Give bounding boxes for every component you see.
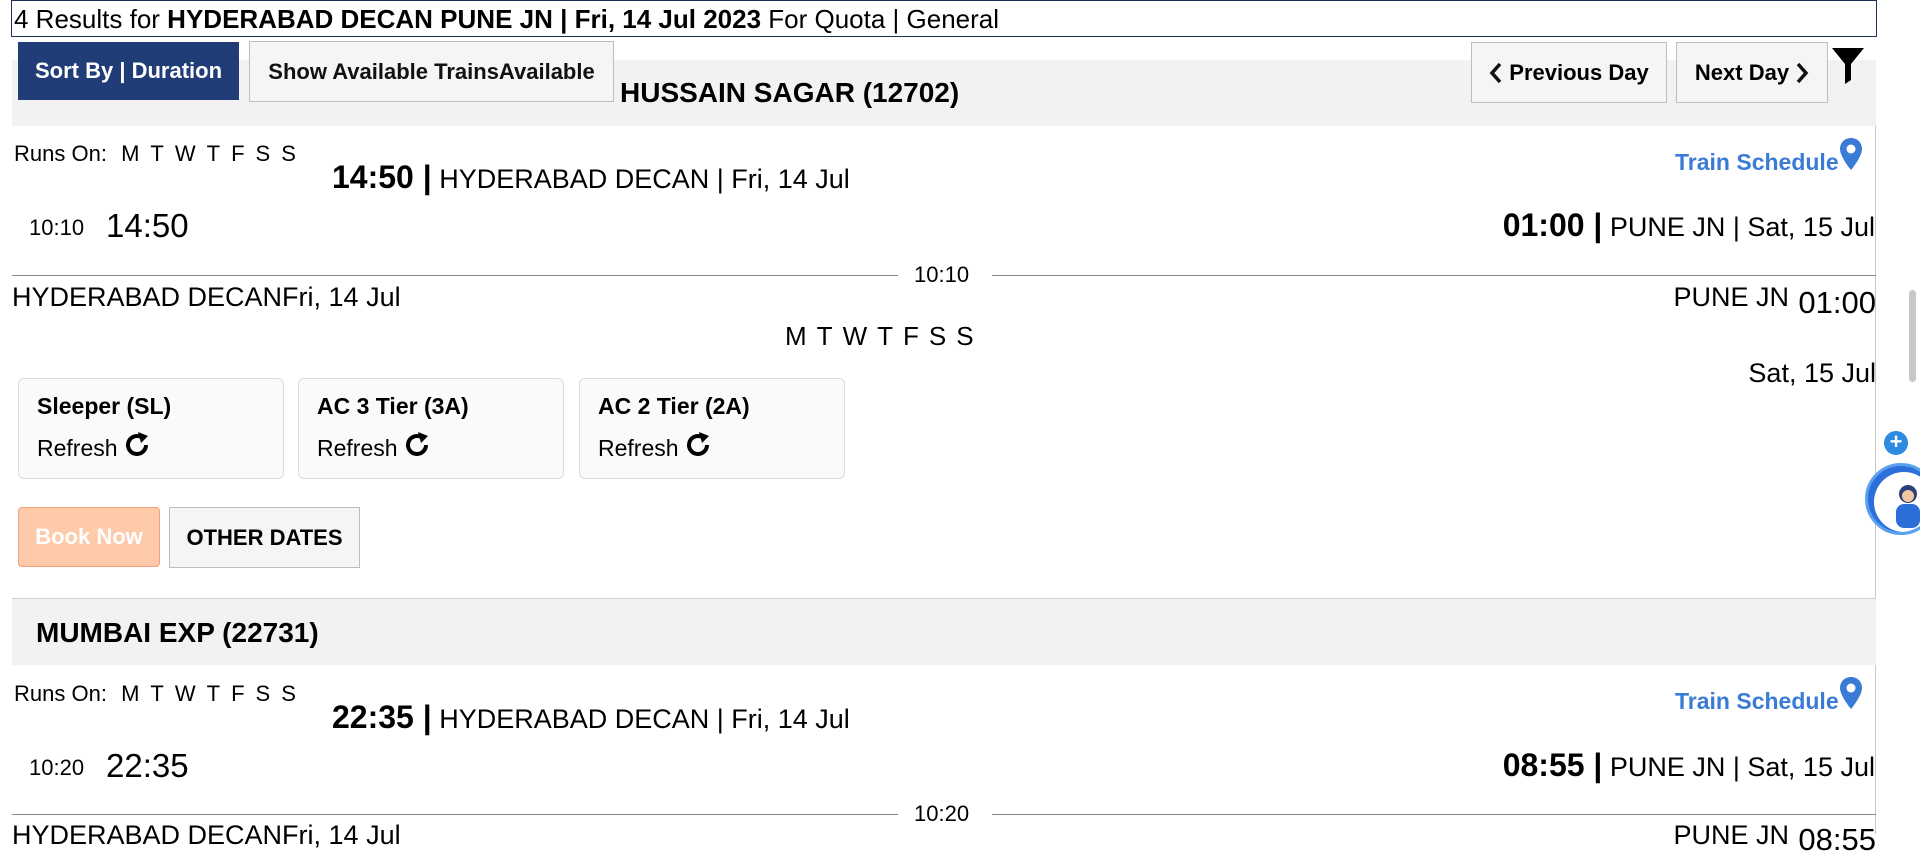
- train-name: MUMBAI EXP (22731): [36, 617, 319, 648]
- departure-station-date: HYDERABAD DECAN | Fri, 14 Jul: [431, 704, 850, 734]
- runs-on: Runs On: MTWTFSS: [14, 141, 307, 167]
- class-name: Sleeper (SL): [37, 393, 172, 419]
- timeline-duration: 10:10: [902, 262, 982, 288]
- arrival-date: Sat, 15 Jul: [1748, 358, 1876, 388]
- plus-circle-icon[interactable]: +: [1884, 431, 1908, 455]
- results-count: 4 Results for: [14, 4, 168, 34]
- run-day: S: [281, 681, 296, 706]
- book-now-label: Book Now: [35, 524, 143, 549]
- departure-info: 22:35 | HYDERABAD DECAN | Fri, 14 Jul: [332, 699, 850, 736]
- run-days-row: MTWTFSS: [785, 321, 984, 352]
- from-station: HYDERABAD DECANFri, 14 Jul: [12, 282, 401, 312]
- run-day: T: [206, 141, 221, 166]
- book-now-button[interactable]: Book Now: [18, 507, 160, 567]
- class-option-2a[interactable]: AC 2 Tier (2A) Refresh: [579, 378, 845, 479]
- refresh-icon: [679, 432, 711, 464]
- train-schedule-link[interactable]: Train Schedule: [1675, 137, 1863, 177]
- run-day: M: [121, 681, 140, 706]
- arrival-time: 08:55 |: [1502, 747, 1603, 783]
- run-day: F: [231, 681, 245, 706]
- map-pin-icon: [1839, 676, 1863, 716]
- timeline-divider: [992, 814, 1876, 815]
- other-dates-label: OTHER DATES: [186, 524, 343, 550]
- timeline-divider: [12, 814, 898, 815]
- departure-time: 22:35 |: [332, 699, 432, 735]
- arrival-time-large: 01:00: [1798, 285, 1876, 320]
- run-day: F: [231, 141, 245, 166]
- train-schedule-label: Train Schedule: [1675, 149, 1839, 175]
- arrival-info: 08:55 | PUNE JN | Sat, 15 Jul: [1503, 747, 1875, 784]
- refresh-availability[interactable]: Refresh: [37, 432, 283, 464]
- arrival-station-date: PUNE JN | Sat, 15 Jul: [1602, 212, 1875, 242]
- next-day-label: Next Day: [1694, 59, 1790, 85]
- to-station: PUNE JN: [1673, 282, 1789, 312]
- run-day: W: [174, 681, 196, 706]
- results-summary: 4 Results for HYDERABAD DECAN PUNE JN | …: [11, 0, 1877, 37]
- class-option-sleeper[interactable]: Sleeper (SL) Refresh: [18, 378, 284, 479]
- previous-day-label: Previous Day: [1509, 59, 1649, 85]
- other-dates-button[interactable]: OTHER DATES: [169, 507, 360, 568]
- departure-time-large: 14:50: [106, 207, 189, 244]
- arrival-info: 01:00 | PUNE JN | Sat, 15 Jul: [1503, 207, 1875, 244]
- map-pin-icon: [1839, 137, 1863, 177]
- run-day: S: [255, 141, 271, 166]
- departure-info: 14:50 | HYDERABAD DECAN | Fri, 14 Jul: [332, 159, 850, 196]
- train-schedule-label: Train Schedule: [1675, 688, 1839, 714]
- departure-time: 14:50 |: [332, 159, 432, 195]
- refresh-availability[interactable]: Refresh: [598, 432, 844, 464]
- run-day: W: [842, 321, 868, 351]
- previous-day-button[interactable]: Previous Day: [1471, 42, 1667, 103]
- show-available-label: Show Available TrainsAvailable: [268, 58, 595, 84]
- class-option-3a[interactable]: AC 3 Tier (3A) Refresh: [298, 378, 564, 479]
- timeline-divider: [12, 275, 898, 276]
- run-day: S: [956, 321, 974, 351]
- run-day: T: [206, 681, 221, 706]
- refresh-label: Refresh: [37, 434, 118, 461]
- journey-duration: 10:20: [29, 755, 85, 780]
- train-name: HUSSAIN SAGAR (12702): [620, 77, 960, 108]
- chevron-right-icon: [1795, 62, 1809, 84]
- arrival-station-date: PUNE JN | Sat, 15 Jul: [1602, 752, 1875, 782]
- runs-on: Runs On: MTWTFSS: [14, 681, 307, 707]
- filter-icon[interactable]: [1832, 46, 1864, 84]
- run-day: S: [281, 141, 296, 166]
- class-name: AC 2 Tier (2A): [598, 393, 750, 419]
- refresh-availability[interactable]: Refresh: [317, 432, 563, 464]
- journey-duration: 10:10: [29, 215, 85, 240]
- sort-by-duration-button[interactable]: Sort By | Duration: [18, 42, 239, 100]
- class-name: AC 3 Tier (3A): [317, 393, 469, 419]
- chevron-left-icon: [1489, 62, 1503, 84]
- runs-on-label: Runs On:: [14, 681, 107, 706]
- run-day: T: [150, 141, 164, 166]
- departure-station-date: HYDERABAD DECAN | Fri, 14 Jul: [431, 164, 850, 194]
- departure-time-large: 22:35: [106, 747, 189, 784]
- results-quota: For Quota | General: [761, 4, 1000, 34]
- run-day: M: [121, 141, 140, 166]
- from-station: HYDERABAD DECANFri, 14 Jul: [12, 820, 401, 850]
- run-day: M: [785, 321, 807, 351]
- refresh-icon: [118, 432, 150, 464]
- next-day-button[interactable]: Next Day: [1676, 42, 1828, 103]
- run-day: T: [877, 321, 893, 351]
- arrival-time-large: 08:55: [1798, 822, 1876, 857]
- refresh-icon: [398, 432, 430, 464]
- run-day: S: [928, 321, 947, 351]
- train-schedule-link[interactable]: Train Schedule: [1675, 676, 1863, 716]
- timeline-divider: [992, 275, 1876, 276]
- results-route: HYDERABAD DECAN PUNE JN | Fri, 14 Jul 20…: [167, 4, 762, 34]
- sort-label: Sort By | Duration: [34, 58, 223, 83]
- show-available-trains-button[interactable]: Show Available TrainsAvailable: [249, 41, 614, 102]
- run-day: T: [150, 681, 164, 706]
- run-day: T: [816, 321, 833, 351]
- run-day: S: [255, 681, 271, 706]
- runs-on-label: Runs On:: [14, 141, 107, 166]
- run-day: W: [174, 141, 196, 166]
- timeline-duration: 10:20: [902, 801, 982, 827]
- scrollbar-thumb[interactable]: [1909, 290, 1916, 382]
- arrival-time: 01:00 |: [1502, 207, 1603, 243]
- to-station: PUNE JN: [1673, 820, 1789, 850]
- refresh-label: Refresh: [598, 434, 679, 461]
- run-day: F: [903, 321, 919, 351]
- refresh-label: Refresh: [317, 434, 398, 461]
